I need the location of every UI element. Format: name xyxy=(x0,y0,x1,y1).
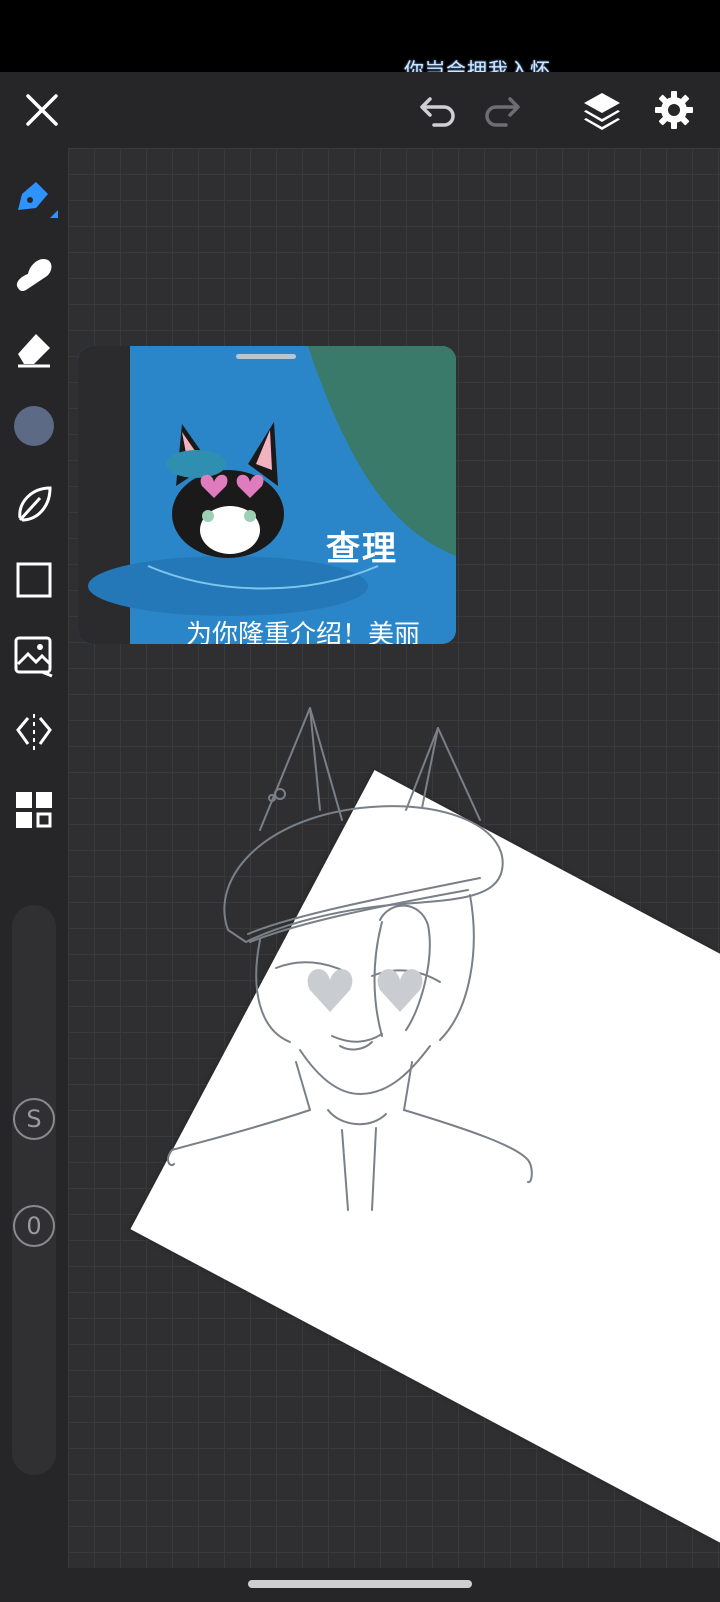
more-tools[interactable] xyxy=(10,786,58,834)
size-label[interactable]: S xyxy=(13,1098,55,1140)
color-swatch[interactable] xyxy=(10,402,58,450)
window-drag-handle[interactable] xyxy=(236,354,296,359)
lasso-tool[interactable] xyxy=(10,480,58,528)
redo-icon xyxy=(485,97,520,127)
symmetry-icon xyxy=(16,714,52,750)
undo-button[interactable] xyxy=(416,88,460,132)
reference-artwork xyxy=(78,346,456,644)
reference-subtitle: 为你隆重介绍！美丽 xyxy=(186,620,421,644)
square-icon xyxy=(16,562,52,598)
reference-title: 查理 xyxy=(326,529,398,569)
pen-tool[interactable] xyxy=(10,174,58,222)
shape-tool[interactable] xyxy=(10,556,58,604)
smudge-tool[interactable] xyxy=(10,250,58,298)
layers-button[interactable] xyxy=(580,88,624,132)
status-bar: 你岂会拥我入怀 xyxy=(0,0,720,82)
opacity-label[interactable]: 0 xyxy=(13,1205,55,1247)
eraser-tool[interactable] xyxy=(10,324,58,372)
redo-button[interactable] xyxy=(480,88,524,132)
finger-smudge-icon xyxy=(16,258,52,292)
pen-icon xyxy=(18,182,58,218)
image-tool[interactable] xyxy=(10,632,58,680)
close-icon xyxy=(26,94,58,126)
home-indicator[interactable] xyxy=(248,1580,472,1588)
image-icon xyxy=(14,636,53,678)
eraser-icon xyxy=(18,334,50,368)
undo-icon xyxy=(420,97,455,127)
layers-icon xyxy=(584,93,620,130)
gear-icon xyxy=(655,91,693,129)
color-circle xyxy=(14,406,54,446)
symmetry-tool[interactable] xyxy=(10,708,58,756)
grid-icon xyxy=(16,792,52,828)
settings-button[interactable] xyxy=(652,88,696,132)
close-button[interactable] xyxy=(20,88,64,132)
leaf-lasso-icon xyxy=(18,486,52,522)
sketch-drawing xyxy=(167,707,533,1211)
reference-image-window[interactable]: 查理 为你隆重介绍！美丽 xyxy=(78,346,456,644)
brush-slider-track[interactable] xyxy=(12,905,56,1475)
